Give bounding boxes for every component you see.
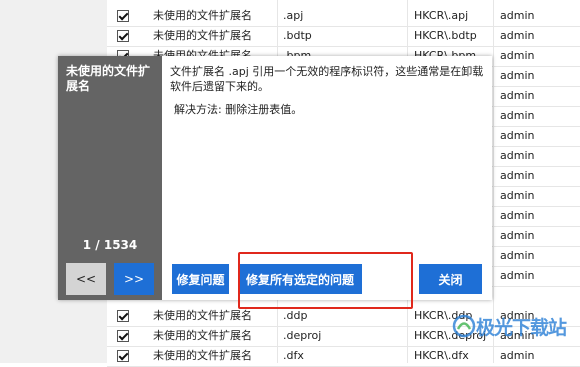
next-issue-button[interactable]: >> bbox=[114, 263, 154, 295]
issue-solution: 解决方法: 删除注册表值。 bbox=[174, 103, 303, 116]
annotation-highlight-box bbox=[238, 252, 413, 309]
row-issue-name: 未使用的文件扩展名 bbox=[153, 309, 252, 322]
row-checkbox[interactable] bbox=[117, 350, 129, 362]
row-issue-name: 未使用的文件扩展名 bbox=[153, 9, 252, 22]
row-checkbox[interactable] bbox=[117, 310, 129, 322]
row-user: admin bbox=[500, 129, 535, 142]
watermark: 极光下载站 bbox=[452, 312, 578, 342]
row-user: admin bbox=[500, 49, 535, 62]
row-user: admin bbox=[500, 349, 535, 362]
previous-issue-button[interactable]: << bbox=[66, 263, 106, 295]
row-registry-key: HKCR\.dfx bbox=[414, 349, 469, 362]
row-user: admin bbox=[500, 169, 535, 182]
row-issue-value: .dfx bbox=[283, 349, 304, 362]
row-issue-name: 未使用的文件扩展名 bbox=[153, 349, 252, 362]
dialog-title: 未使用的文件扩展名 bbox=[66, 64, 151, 93]
row-issue-value: .deproj bbox=[283, 329, 322, 342]
close-button[interactable]: 关闭 bbox=[419, 264, 482, 294]
row-user: admin bbox=[500, 229, 535, 242]
row-user: admin bbox=[500, 109, 535, 122]
row-user: admin bbox=[500, 189, 535, 202]
table-row[interactable]: 未使用的文件扩展名 .apj HKCR\.apj admin bbox=[107, 6, 580, 27]
row-issue-name: 未使用的文件扩展名 bbox=[153, 329, 252, 342]
issue-counter: 1 / 1534 bbox=[82, 238, 138, 252]
row-user: admin bbox=[500, 269, 535, 282]
row-registry-key: HKCR\.bdtp bbox=[414, 29, 477, 42]
row-issue-value: .ddp bbox=[283, 309, 308, 322]
fix-issue-button[interactable]: 修复问题 bbox=[172, 264, 229, 294]
aurora-logo-icon bbox=[452, 314, 476, 338]
row-user: admin bbox=[500, 149, 535, 162]
dialog-side-panel: 未使用的文件扩展名 1 / 1534 << >> bbox=[58, 56, 162, 300]
row-checkbox[interactable] bbox=[117, 330, 129, 342]
table-row[interactable]: 未使用的文件扩展名 .dfx HKCR\.dfx admin bbox=[107, 346, 580, 367]
row-user: admin bbox=[500, 89, 535, 102]
row-issue-name: 未使用的文件扩展名 bbox=[153, 29, 252, 42]
row-registry-key: HKCR\.apj bbox=[414, 9, 469, 22]
row-user: admin bbox=[500, 29, 535, 42]
issue-description: 文件扩展名 .apj 引用一个无效的程序标识符，这些通常是在卸载软件后遗留下来的… bbox=[170, 65, 484, 93]
row-issue-value: .bdtp bbox=[283, 29, 312, 42]
row-user: admin bbox=[500, 69, 535, 82]
watermark-text: 极光下载站 bbox=[476, 317, 567, 339]
row-user: admin bbox=[500, 9, 535, 22]
row-checkbox[interactable] bbox=[117, 30, 129, 42]
row-issue-value: .apj bbox=[283, 9, 304, 22]
row-user: admin bbox=[500, 249, 535, 262]
row-user: admin bbox=[500, 209, 535, 222]
row-checkbox[interactable] bbox=[117, 10, 129, 22]
table-row[interactable]: 未使用的文件扩展名 .bdtp HKCR\.bdtp admin bbox=[107, 26, 580, 47]
